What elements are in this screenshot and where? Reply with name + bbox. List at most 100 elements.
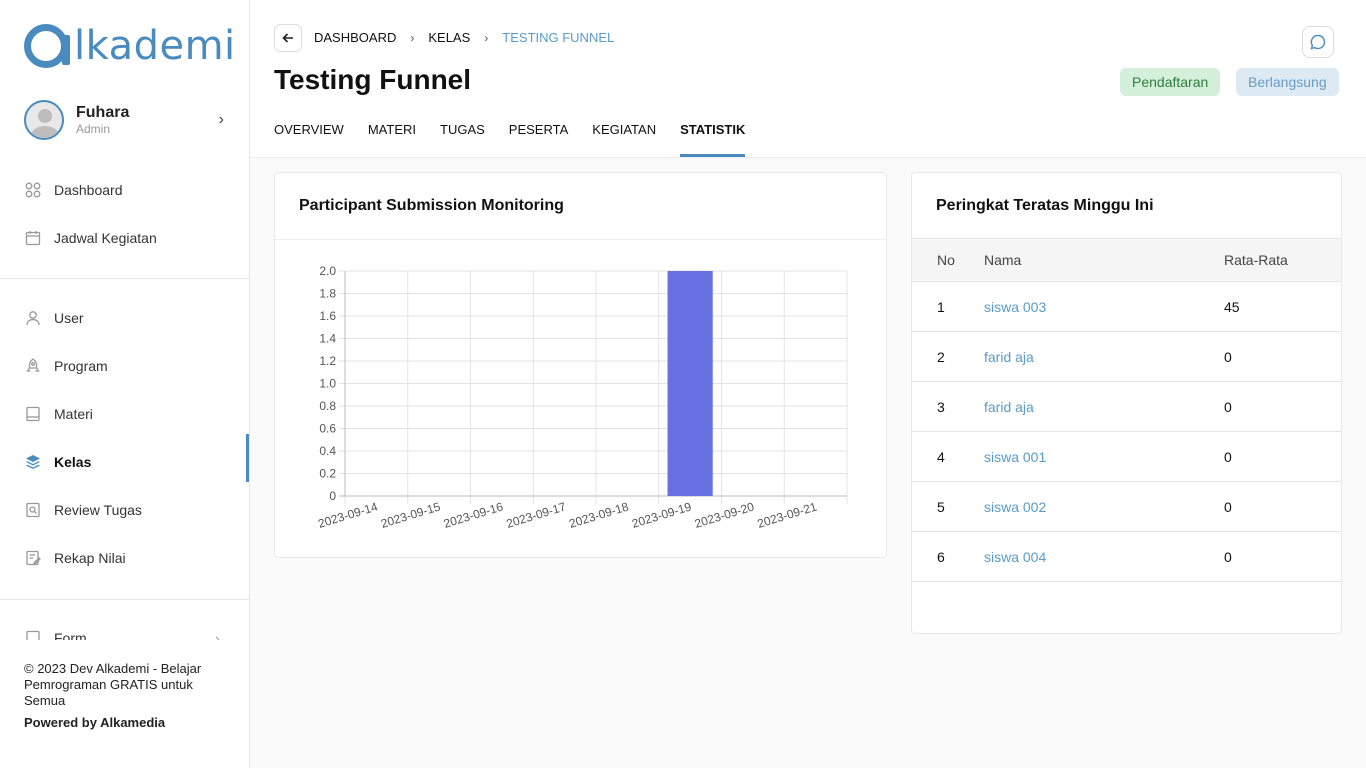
tab-bar: OVERVIEW MATERI TUGAS PESERTA KEGIATAN S… xyxy=(274,120,769,158)
back-button[interactable] xyxy=(274,24,302,52)
page-title: Testing Funnel xyxy=(274,64,472,95)
profile-menu[interactable]: Fuhara Admin › xyxy=(24,100,224,140)
breadcrumb-current: TESTING FUNNEL xyxy=(502,30,615,45)
table-row: 4 siswa 001 0 xyxy=(912,431,1341,482)
y-tick-label: 1.6 xyxy=(319,309,336,323)
edit-icon xyxy=(24,550,41,567)
alkademi-logo[interactable]: lkademi xyxy=(24,22,236,70)
tab-materi[interactable]: MATERI xyxy=(368,120,416,158)
chevron-right-icon: › xyxy=(218,111,224,128)
page-header: DASHBOARD › KELAS › TESTING FUNNEL Testi… xyxy=(250,0,1366,158)
average-score: 0 xyxy=(1220,331,1341,382)
chat-bubble-icon xyxy=(1310,34,1326,50)
tab-statistik[interactable]: STATISTIK xyxy=(680,120,746,158)
average-score: 0 xyxy=(1220,481,1341,532)
sidebar-item-dashboard[interactable]: Dashboard xyxy=(0,170,249,210)
copyright-text: © 2023 Dev Alkademi - Belajar Pemrograma… xyxy=(24,661,202,708)
y-tick-label: 0.4 xyxy=(319,444,336,458)
rank-no: 3 xyxy=(912,381,984,432)
x-tick-label: 2023-09-21 xyxy=(756,499,819,530)
tab-kegiatan[interactable]: KEGIATAN xyxy=(592,120,656,158)
student-name-link[interactable]: siswa 002 xyxy=(984,481,1220,532)
chat-button[interactable] xyxy=(1302,26,1334,58)
sidebar-item-jadwal-kegiatan[interactable]: Jadwal Kegiatan xyxy=(0,218,249,258)
calendar-icon xyxy=(24,230,41,247)
sidebar-item-form[interactable]: Form › xyxy=(0,628,249,640)
student-name-link[interactable]: farid aja xyxy=(984,381,1220,432)
student-name-link[interactable]: siswa 003 xyxy=(984,281,1220,332)
profile-name: Fuhara xyxy=(76,104,130,121)
table-row: 5 siswa 002 0 xyxy=(912,481,1341,532)
profile-role: Admin xyxy=(76,122,111,136)
grid-icon xyxy=(24,182,41,199)
ranking-card-title: Peringkat Teratas Minggu Ini xyxy=(936,197,1154,214)
user-icon xyxy=(24,310,41,327)
sidebar-item-label: Form xyxy=(54,630,87,640)
sidebar-item-label: Dashboard xyxy=(54,182,123,198)
x-tick-label: 2023-09-20 xyxy=(693,499,756,530)
review-icon xyxy=(24,502,41,519)
chart-svg: 0 0.2 0.4 0.6 0.8 1.0 1.2 1.4 1.6 1.8 2.0 2023-09-1… xyxy=(316,264,848,531)
column-header-no: No xyxy=(912,238,984,282)
y-tick-label: 1.2 xyxy=(319,354,336,368)
book-icon xyxy=(24,406,41,423)
average-score: 0 xyxy=(1220,531,1341,582)
average-score: 0 xyxy=(1220,431,1341,482)
sidebar-divider xyxy=(0,599,249,600)
chevron-right-icon: › xyxy=(410,30,415,45)
y-tick-label: 1.8 xyxy=(319,287,336,301)
y-tick-label: 0.2 xyxy=(319,467,336,481)
sidebar-item-label: Rekap Nilai xyxy=(54,550,126,566)
rank-no: 5 xyxy=(912,481,984,532)
rank-no: 6 xyxy=(912,531,984,582)
ranking-card: Peringkat Teratas Minggu Ini No Nama Rat… xyxy=(911,172,1342,634)
chevron-right-icon: › xyxy=(484,30,489,45)
ranking-table: No Nama Rata-Rata 1 siswa 003 45 2 farid… xyxy=(912,238,1341,582)
student-name-link[interactable]: siswa 004 xyxy=(984,531,1220,582)
chevron-right-icon: › xyxy=(215,630,220,640)
status-badge-berlangsung: Berlangsung xyxy=(1236,68,1339,96)
x-tick-label: 2023-09-16 xyxy=(442,499,505,530)
sidebar-item-user[interactable]: User xyxy=(0,298,249,338)
column-header-rata-rata: Rata-Rata xyxy=(1220,238,1341,282)
sidebar-divider xyxy=(0,278,249,279)
tab-tugas[interactable]: TUGAS xyxy=(440,120,485,158)
submission-bar-chart: 0 0.2 0.4 0.6 0.8 1.0 1.2 1.4 1.6 1.8 2.0 2023-09-1… xyxy=(275,241,886,541)
table-row: 1 siswa 003 45 xyxy=(912,281,1341,332)
x-tick-label: 2023-09-15 xyxy=(379,499,442,530)
sidebar: lkademi Fuhara Admin › Dashboard Jadwal … xyxy=(0,0,250,768)
sidebar-item-label: Program xyxy=(54,358,108,374)
sidebar-item-label: Jadwal Kegiatan xyxy=(54,230,157,246)
arrow-left-icon xyxy=(282,33,293,43)
tab-overview[interactable]: OVERVIEW xyxy=(274,120,344,158)
logo-mark-icon xyxy=(24,24,70,68)
student-name-link[interactable]: farid aja xyxy=(984,331,1220,382)
y-tick-label: 0.6 xyxy=(319,422,336,436)
sidebar-item-program[interactable]: Program xyxy=(0,346,249,386)
breadcrumb-kelas[interactable]: KELAS xyxy=(428,30,470,45)
sidebar-item-review-tugas[interactable]: Review Tugas xyxy=(0,490,249,530)
sidebar-footer: © 2023 Dev Alkademi - Belajar Pemrograma… xyxy=(24,661,224,731)
powered-by-text: Powered by Alkamedia xyxy=(24,715,166,730)
y-tick-label: 0 xyxy=(329,489,336,503)
y-tick-label: 1.0 xyxy=(319,377,336,391)
breadcrumb: DASHBOARD › KELAS › TESTING FUNNEL xyxy=(314,30,614,45)
rank-no: 2 xyxy=(912,331,984,382)
y-tick-label: 2.0 xyxy=(319,264,336,278)
breadcrumb-dashboard[interactable]: DASHBOARD xyxy=(314,30,396,45)
average-score: 0 xyxy=(1220,381,1341,432)
table-header-row: No Nama Rata-Rata xyxy=(912,238,1341,282)
submission-chart-card: Participant Submission Monitoring 0 0.2 0.… xyxy=(274,172,887,558)
sidebar-item-label: User xyxy=(54,310,84,326)
sidebar-item-materi[interactable]: Materi xyxy=(0,394,249,434)
tab-peserta[interactable]: PESERTA xyxy=(509,120,568,158)
sidebar-item-kelas[interactable]: Kelas xyxy=(0,434,249,482)
x-tick-label: 2023-09-18 xyxy=(567,499,630,530)
chart-card-title: Participant Submission Monitoring xyxy=(275,173,886,240)
rocket-icon xyxy=(24,358,41,375)
sidebar-item-rekap-nilai[interactable]: Rekap Nilai xyxy=(0,538,249,578)
rank-no: 1 xyxy=(912,281,984,332)
student-name-link[interactable]: siswa 001 xyxy=(984,431,1220,482)
sidebar-item-label: Kelas xyxy=(54,454,92,470)
avatar xyxy=(24,100,64,140)
